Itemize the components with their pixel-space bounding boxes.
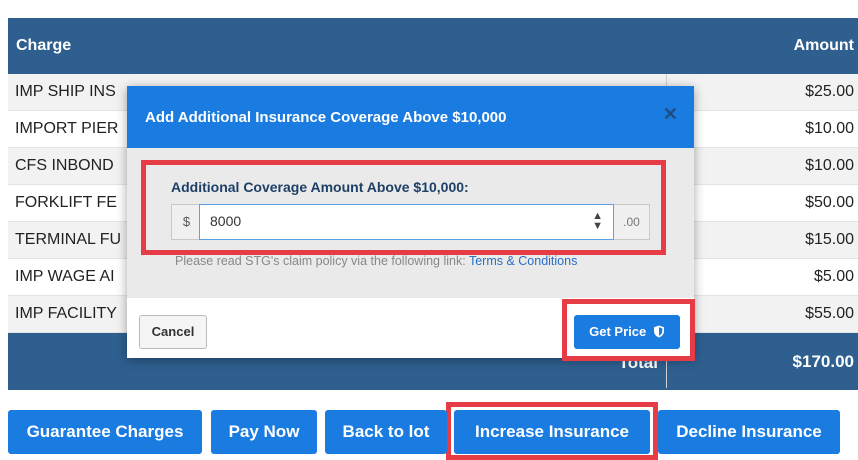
amount-cell: $10.00 <box>805 157 854 174</box>
decline-insurance-button[interactable]: Decline Insurance <box>658 410 840 454</box>
amount-column-header: Amount <box>793 37 854 54</box>
modal-header: Add Additional Insurance Coverage Above … <box>127 86 694 148</box>
guarantee-charges-button[interactable]: Guarantee Charges <box>8 410 202 454</box>
amount-cell: $55.00 <box>805 305 854 322</box>
amount-cell: $25.00 <box>805 83 854 100</box>
charge-cell: IMP FACILITY <box>15 305 117 322</box>
claim-policy-text: Please read STG's claim policy via the f… <box>175 254 469 268</box>
get-price-highlight <box>562 299 695 361</box>
charge-cell: TERMINAL FU <box>15 231 122 248</box>
total-amount: $170.00 <box>792 352 854 371</box>
modal-title: Add Additional Insurance Coverage Above … <box>145 109 507 126</box>
charge-cell: FORKLIFT FE <box>15 194 117 211</box>
charge-cell: IMP SHIP INS <box>15 83 116 100</box>
amount-cell: $10.00 <box>805 120 854 137</box>
claim-policy-note: Please read STG's claim policy via the f… <box>175 254 577 268</box>
close-icon[interactable]: ✕ <box>663 104 678 125</box>
cancel-button[interactable]: Cancel <box>139 315 207 349</box>
terms-conditions-link[interactable]: Terms & Conditions <box>469 254 577 268</box>
back-to-lot-button[interactable]: Back to lot <box>325 410 447 454</box>
page-root: Charge Amount IMP SHIP INS $25.00 IMPORT… <box>0 0 858 460</box>
charge-cell: IMPORT PIER <box>15 120 119 137</box>
coverage-field-highlight <box>141 160 666 255</box>
charge-cell: CFS INBOND <box>15 157 114 174</box>
charge-column-header: Charge <box>16 37 72 54</box>
amount-cell: $5.00 <box>813 268 854 285</box>
amount-cell: $50.00 <box>805 194 854 211</box>
charge-cell: IMP WAGE AI <box>15 268 115 285</box>
pay-now-button[interactable]: Pay Now <box>211 410 317 454</box>
increase-insurance-button[interactable]: Increase Insurance <box>454 410 650 454</box>
amount-cell: $15.00 <box>805 231 854 248</box>
table-header: Charge Amount <box>8 18 858 74</box>
